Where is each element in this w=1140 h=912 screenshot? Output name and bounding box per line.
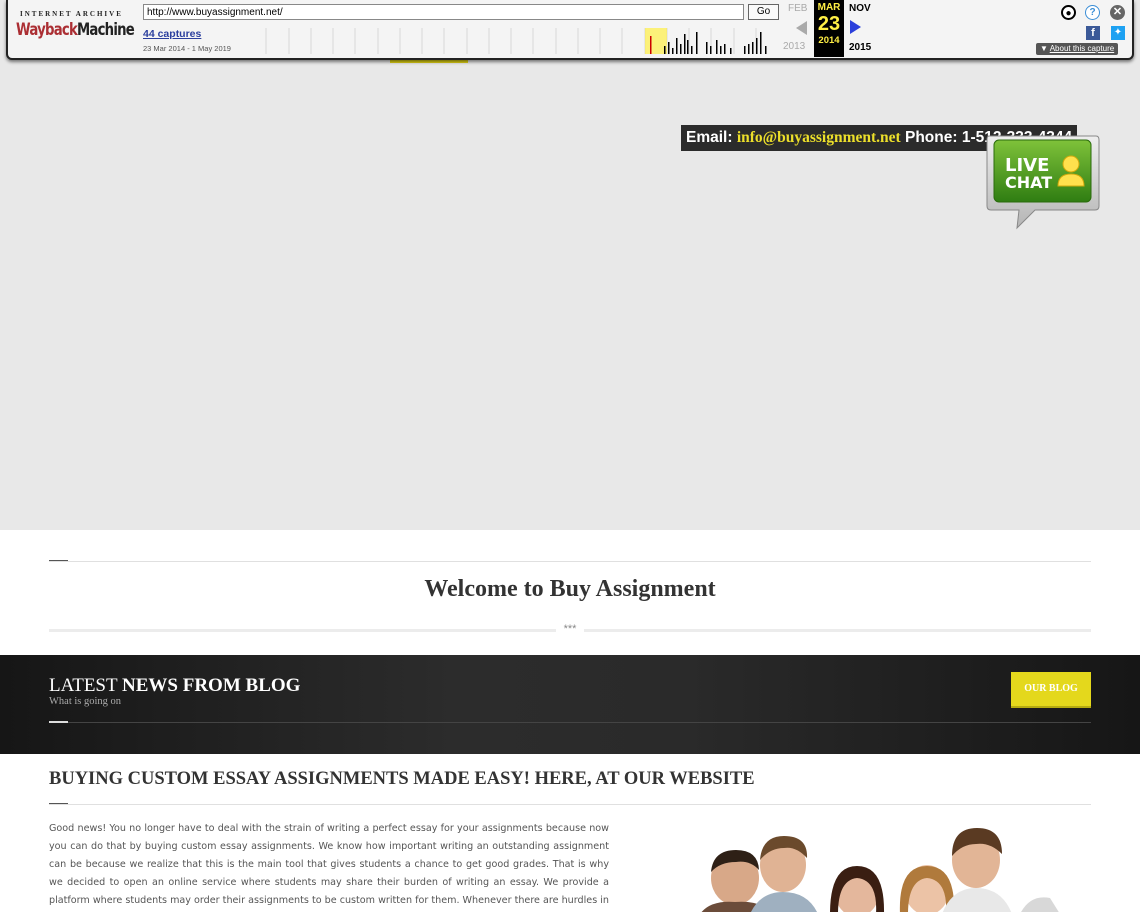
blog-heading-bold: NEWS FROM BLOG: [122, 675, 301, 696]
wayback-logo-top: INTERNET ARCHIVE: [20, 10, 123, 18]
wayback-date-range: 23 Mar 2014 - 1 May 2019: [143, 44, 231, 53]
essay-body-text: Good news! You no longer have to deal wi…: [49, 823, 609, 906]
essay-heading-bold: CUSTOM ESSAY ASSIGNMENTS MADE EASY! HERE…: [127, 769, 755, 789]
wayback-prev-year[interactable]: 2013: [783, 41, 805, 52]
wayback-prev-month[interactable]: FEB: [788, 3, 807, 14]
welcome-section: Welcome to Buy Assignment ***: [0, 530, 1140, 655]
essay-heading: BUYING CUSTOM ESSAY ASSIGNMENTS MADE EAS…: [49, 769, 755, 790]
blog-subtitle: What is going on: [49, 696, 122, 707]
welcome-title: Welcome to Buy Assignment: [424, 576, 716, 602]
wayback-current-day: 23: [817, 13, 841, 35]
wayback-logo-b: Machine: [76, 20, 135, 40]
essay-divider: [49, 804, 1091, 805]
triangle-down-icon: ▼: [1040, 44, 1048, 53]
welcome-top-divider: [49, 561, 1091, 562]
phone-label: Phone:: [900, 129, 962, 146]
about-capture-button[interactable]: ▼ About this capture: [1036, 43, 1119, 55]
next-capture-arrow-icon[interactable]: [850, 20, 861, 34]
hero-banner: Email: info@buyassignment.net Phone: 1-5…: [0, 0, 1140, 530]
blog-heading: LATEST NEWS FROM BLOG: [49, 675, 300, 697]
page: Email: info@buyassignment.net Phone: 1-5…: [0, 0, 1140, 912]
essay-heading-light: BUYING: [49, 769, 128, 789]
blog-accent-dash: [49, 721, 68, 723]
email-label: Email:: [686, 129, 737, 146]
wayback-go-button[interactable]: Go: [748, 4, 779, 20]
students-photo: [701, 828, 1059, 912]
user-icon[interactable]: ●: [1061, 5, 1076, 20]
prev-capture-arrow-icon[interactable]: [796, 21, 807, 35]
close-icon[interactable]: ✕: [1110, 5, 1125, 20]
wayback-captures-link[interactable]: 44 captures: [143, 28, 201, 40]
wayback-current-date: MAR 23 2014: [814, 0, 844, 57]
live-chat-line2: CHAT: [1005, 173, 1052, 192]
our-blog-button[interactable]: OUR BLOG: [1011, 672, 1091, 708]
wayback-sparkline[interactable]: [244, 28, 778, 54]
help-icon[interactable]: ?: [1085, 5, 1100, 20]
welcome-ornament: ***: [556, 624, 584, 635]
wayback-next-month[interactable]: NOV: [849, 3, 871, 14]
live-chat-bubble-icon: LIVE CHAT: [986, 135, 1100, 230]
wayback-logo-text: WaybackMachine: [16, 20, 135, 40]
twitter-icon[interactable]: ✦: [1111, 26, 1125, 40]
wayback-url-input[interactable]: [143, 4, 744, 20]
blog-banner: LATEST NEWS FROM BLOG What is going on O…: [0, 655, 1140, 754]
wayback-logo[interactable]: INTERNET ARCHIVE WaybackMachine: [16, 6, 135, 50]
wayback-next-year[interactable]: 2015: [849, 42, 871, 53]
wayback-current-month: MAR: [817, 2, 841, 13]
essay-section: BUYING CUSTOM ESSAY ASSIGNMENTS MADE EAS…: [0, 754, 1140, 912]
facebook-icon[interactable]: f: [1086, 26, 1100, 40]
wayback-current-year: 2014: [818, 35, 840, 46]
blog-divider: [49, 722, 1091, 723]
wayback-logo-a: Wayback: [16, 20, 78, 40]
about-capture-label: About this capture: [1049, 44, 1115, 53]
live-chat-button[interactable]: LIVE CHAT: [985, 134, 1100, 230]
wayback-toolbar: INTERNET ARCHIVE WaybackMachine Go 44 ca…: [0, 0, 1140, 63]
blog-heading-light: LATEST: [49, 675, 123, 696]
email-link[interactable]: info@buyassignment.net: [737, 129, 901, 146]
